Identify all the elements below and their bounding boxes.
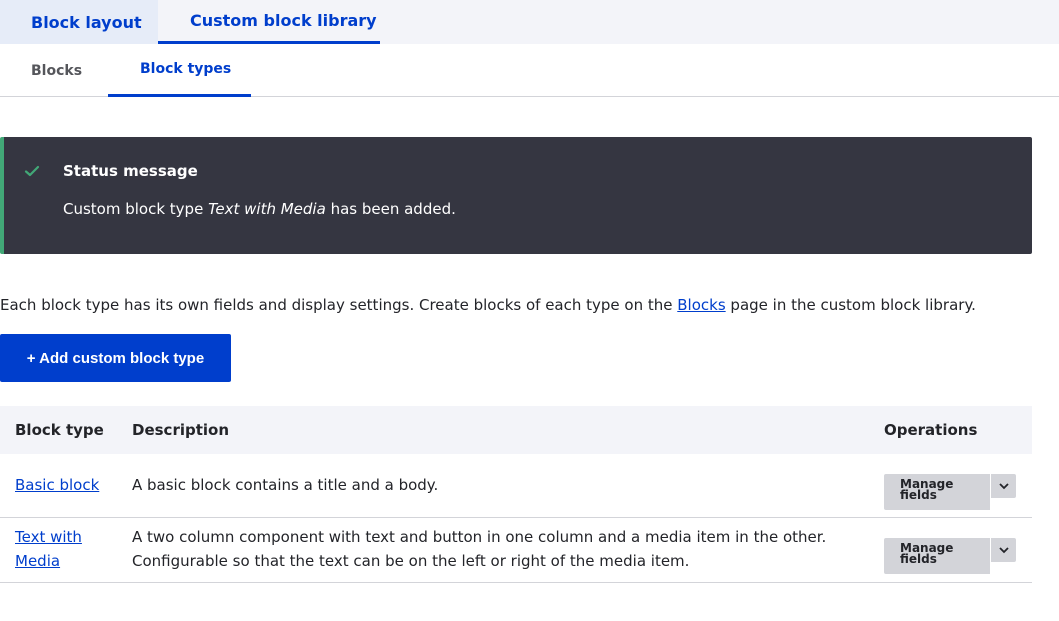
status-message: Status message Custom block type Text wi… — [0, 137, 1032, 254]
block-type-description: A basic block contains a title and a bod… — [132, 476, 439, 494]
operations-dropbutton: Manage fields — [884, 474, 1016, 510]
manage-fields-button[interactable]: Manage fields — [884, 474, 991, 510]
block-type-link[interactable]: Basic block — [15, 473, 99, 497]
status-text: Custom block type Text with Media has be… — [63, 200, 456, 218]
header-description: Description — [132, 421, 230, 439]
secondary-tabs: Blocks Block types — [0, 44, 1059, 97]
tab-block-types[interactable]: Block types — [108, 44, 251, 97]
table-row: Basic block A basic block contains a tit… — [0, 454, 1032, 518]
chevron-down-icon — [998, 547, 1009, 554]
add-custom-block-type-button[interactable]: + Add custom block type — [0, 334, 231, 382]
block-type-link[interactable]: Text with Media — [15, 525, 115, 573]
check-icon — [24, 163, 40, 179]
chevron-down-icon — [998, 483, 1009, 490]
table-row: Text with Media A two column component w… — [0, 518, 1032, 583]
tab-custom-block-library[interactable]: Custom block library — [158, 0, 380, 44]
table-header: Block type Description Operations — [0, 406, 1032, 454]
tab-block-layout[interactable]: Block layout — [0, 0, 158, 44]
blocks-link[interactable]: Blocks — [677, 296, 725, 314]
status-title: Status message — [63, 162, 198, 180]
header-block-type: Block type — [15, 421, 104, 439]
page-description: Each block type has its own fields and d… — [0, 296, 976, 314]
primary-tabs: Block layout Custom block library — [0, 0, 1059, 44]
operations-dropbutton: Manage fields — [884, 538, 1016, 574]
tab-blocks[interactable]: Blocks — [31, 44, 82, 97]
operations-toggle[interactable] — [991, 474, 1016, 498]
header-operations: Operations — [884, 421, 978, 439]
operations-toggle[interactable] — [991, 538, 1016, 562]
status-block-type-name: Text with Media — [208, 200, 326, 218]
block-type-description: A two column component with text and but… — [132, 528, 827, 570]
manage-fields-button[interactable]: Manage fields — [884, 538, 991, 574]
block-types-table: Block type Description Operations Basic … — [0, 406, 1032, 583]
